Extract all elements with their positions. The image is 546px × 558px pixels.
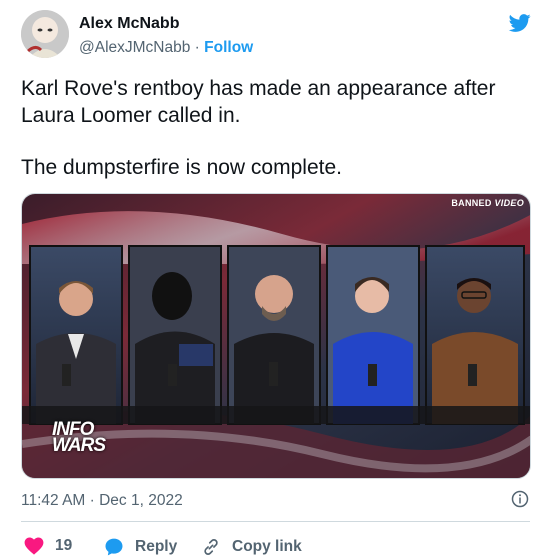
- logo-line-2: WARS: [52, 435, 106, 456]
- watermark-text: BANNED: [451, 198, 492, 208]
- video-thumbnail[interactable]: BANNED VIDEO INFO WARS: [21, 193, 531, 479]
- link-icon: [204, 539, 218, 555]
- twitter-bird-icon[interactable]: [508, 12, 532, 34]
- tweet-timestamp[interactable]: 11:42 AM · Dec 1, 2022: [21, 492, 183, 510]
- reply-button[interactable]: Reply: [104, 537, 177, 557]
- author-handle[interactable]: @AlexJMcNabb: [79, 39, 190, 56]
- heart-icon: [24, 537, 44, 555]
- avatar[interactable]: [21, 10, 69, 58]
- reply-bubble-icon: [105, 538, 123, 556]
- like-count: 19: [55, 537, 73, 554]
- like-button[interactable]: 19: [24, 537, 72, 555]
- copy-link-button[interactable]: Copy link: [201, 537, 302, 557]
- info-icon[interactable]: [511, 490, 529, 508]
- follow-button[interactable]: Follow: [204, 39, 253, 56]
- banned-video-watermark: BANNED VIDEO: [451, 198, 524, 208]
- author-handle-line: @AlexJMcNabb · Follow: [79, 39, 253, 57]
- tweet-text: Karl Rove's rentboy has made an appearan…: [21, 76, 526, 182]
- tweet-card: Alex McNabb @AlexJMcNabb · Follow Karl R…: [0, 0, 546, 558]
- author-name[interactable]: Alex McNabb: [79, 15, 179, 33]
- infowars-logo: INFO WARS: [52, 420, 106, 456]
- reply-label: Reply: [135, 538, 178, 555]
- tweet-paragraph: Karl Rove's rentboy has made an appearan…: [21, 77, 496, 127]
- divider: [21, 521, 530, 522]
- watermark-italic-text: VIDEO: [494, 198, 524, 208]
- tweet-paragraph: The dumpsterfire is now complete.: [21, 156, 342, 179]
- copy-link-label: Copy link: [232, 538, 302, 555]
- separator: ·: [190, 39, 205, 56]
